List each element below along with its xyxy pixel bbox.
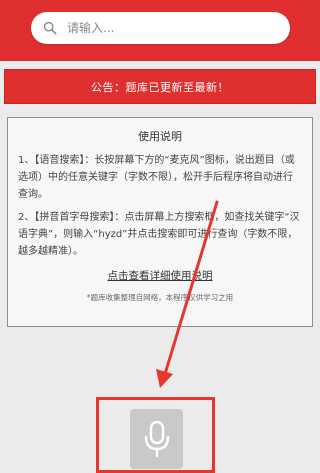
search-bar[interactable] <box>31 12 290 44</box>
detail-instructions-link[interactable]: 点击查看详细使用说明 <box>18 268 302 283</box>
voice-search-button[interactable] <box>130 409 183 469</box>
header-bar <box>0 0 320 61</box>
instruction-voice-search: 1、【语音搜索】：长按屏幕下方的“麦克风”图标，说出题目（或选项）中的任意关键字… <box>18 155 295 200</box>
disclaimer-footnote: *题库收集整理自网络，本程序仅供学习之用 <box>86 293 234 302</box>
microphone-icon <box>144 420 169 458</box>
search-icon <box>43 21 57 35</box>
announcement-text: 公告：题库已更新至最新！ <box>91 80 229 94</box>
instructions-title: 使用说明 <box>138 130 182 143</box>
search-input[interactable] <box>67 18 267 38</box>
instruction-pinyin-search: 2、【拼音首字母搜索】：点击屏幕上方搜索框，如查找关键字“汉语字典”，则输入“h… <box>18 212 300 257</box>
announcement-banner: 公告：题库已更新至最新！ <box>4 69 316 104</box>
instructions-card: 使用说明 1、【语音搜索】：长按屏幕下方的“麦克风”图标，说出题目（或选项）中的… <box>7 117 313 327</box>
